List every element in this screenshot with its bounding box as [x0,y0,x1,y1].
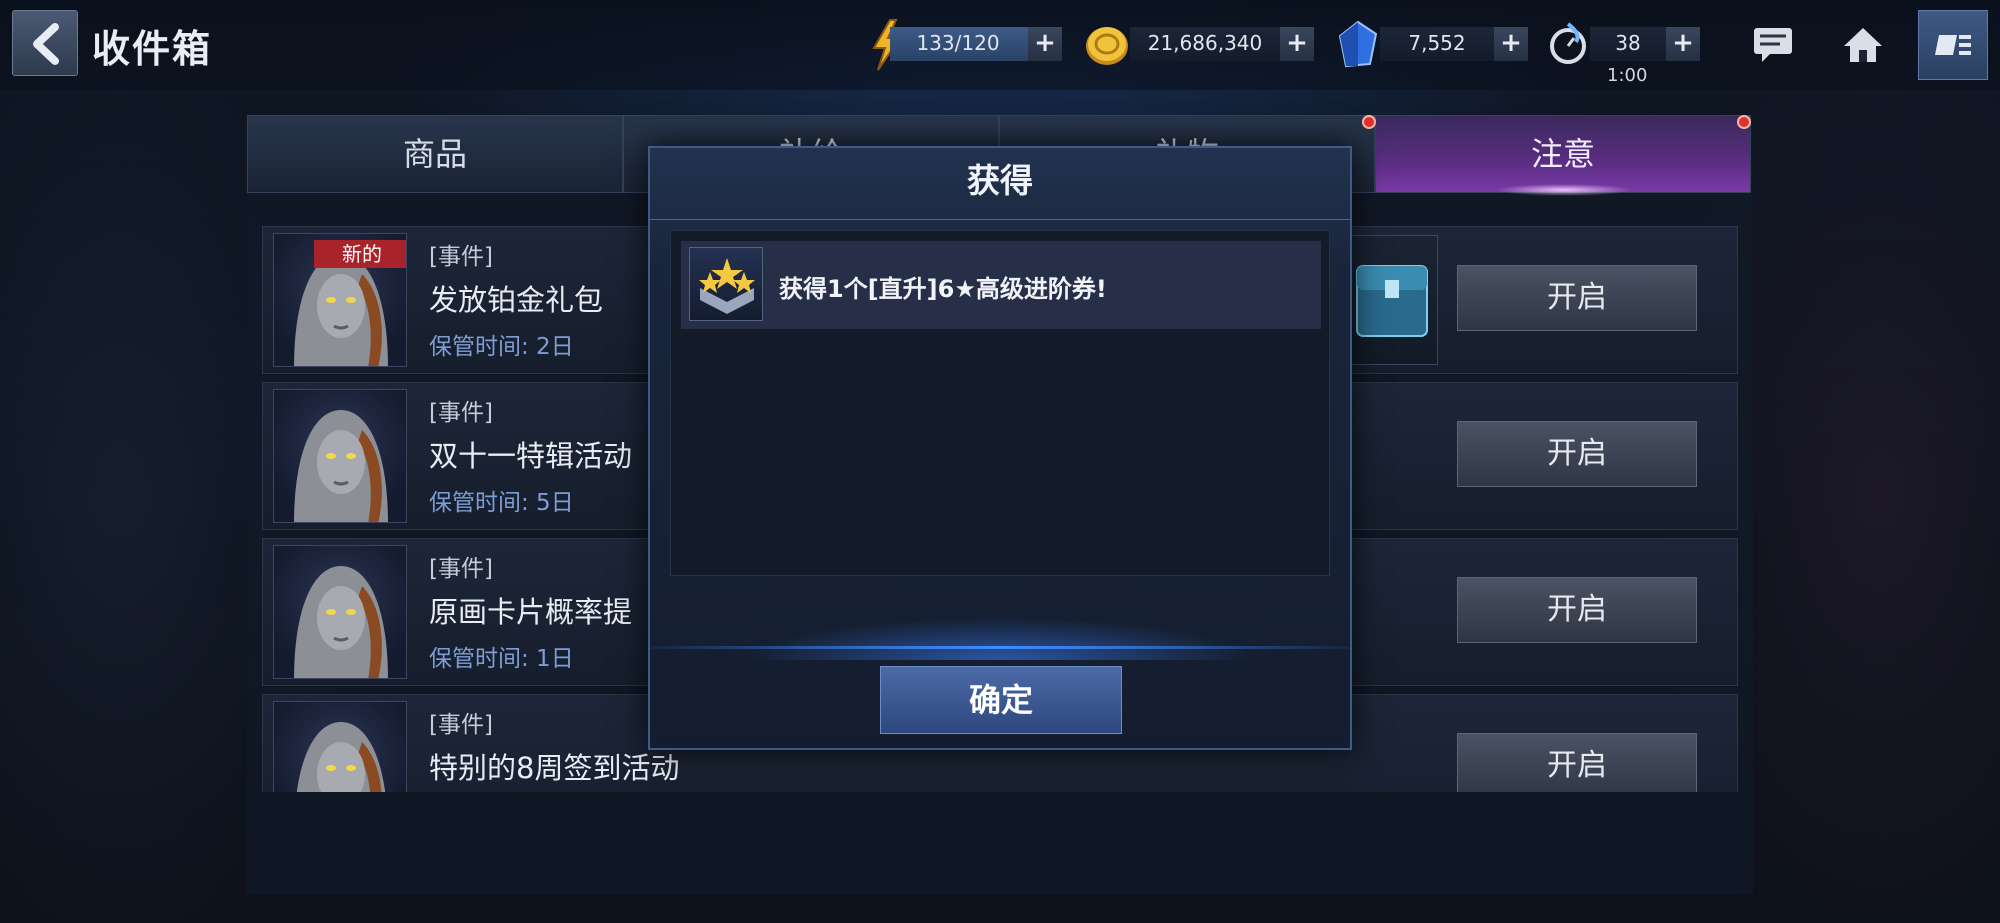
gold-value: 21,686,340 [1147,31,1263,55]
character-portrait-icon [294,566,388,678]
chest-icon [1356,265,1428,337]
tab-goods[interactable]: 商品 [247,115,623,193]
crystal-value: 7,552 [1408,31,1466,55]
open-button[interactable]: 开启 [1457,733,1697,792]
stamina-display: 38 + [1590,27,1700,61]
menu-icon [1935,35,1971,55]
mail-keep-time: 保管时间: 5日 [429,490,574,516]
active-tab-glow [1496,184,1632,196]
mail-title: 发放铂金礼包 [429,283,604,317]
mail-tag: [事件] [429,400,493,426]
mail-tag: [事件] [429,244,493,270]
crystal-display: 7,552 + [1380,27,1528,61]
menu-button[interactable] [1918,10,1988,80]
mail-tag: [事件] [429,712,493,738]
dialog-divider [650,646,1350,649]
mail-title: 特别的8周签到活动 [429,751,680,785]
chat-icon[interactable] [1748,22,1798,68]
gold-display: 21,686,340 + [1130,27,1314,61]
sender-portrait [273,389,407,523]
back-button[interactable] [12,10,78,76]
sender-portrait [273,545,407,679]
energy-display: 133/120 + [890,27,1062,61]
stamina-timer: 1:00 [1607,65,1648,86]
stars-badge-icon [699,258,755,314]
gold-coin-icon [1086,27,1128,65]
crystal-icon [1338,20,1378,68]
mail-keep-time: 保管时间: 2日 [429,334,574,360]
open-button[interactable]: 开启 [1457,421,1697,487]
stamina-add-button[interactable]: + [1666,27,1700,61]
sender-portrait: 新的 [273,233,407,367]
ticket-icon [689,247,763,321]
mail-tag: [事件] [429,556,493,582]
open-button[interactable]: 开启 [1457,577,1697,643]
reward-text: 获得1个[直升]6★高级进阶券! [779,275,1107,303]
chevron-left-icon [33,23,59,65]
energy-add-button[interactable]: + [1028,27,1062,61]
reward-chest [1348,235,1438,365]
confirm-button[interactable]: 确定 [880,666,1122,734]
stamina-timer-icon [1550,22,1586,64]
character-portrait-icon [294,410,388,522]
mail-keep-time: 保管时间: 1日 [429,646,574,672]
notice-notification-dot [1737,115,1751,129]
gold-add-button[interactable]: + [1280,27,1314,61]
new-badge: 新的 [314,240,406,268]
sender-portrait [273,701,407,792]
reward-dialog: 获得 获得1个[直升]6★高级进阶券! 确定 [648,146,1352,750]
dialog-body: 获得1个[直升]6★高级进阶券! [670,230,1330,576]
dialog-title: 获得 [650,148,1350,220]
reward-item: 获得1个[直升]6★高级进阶券! [681,241,1321,329]
open-button[interactable]: 开启 [1457,265,1697,331]
character-portrait-icon [296,722,386,792]
page-title: 收件箱 [92,27,213,71]
tab-notice-label: 注意 [1530,135,1595,173]
mail-title: 双十一特辑活动 [429,439,633,473]
crystal-add-button[interactable]: + [1494,27,1528,61]
top-bar: 收件箱 133/120 + 21,686,340 + 7,552 + 38 + … [0,0,2000,90]
home-icon[interactable] [1838,22,1888,68]
stamina-value: 38 [1615,31,1641,55]
mail-title: 原画卡片概率提 [429,595,633,629]
energy-value: 133/120 [916,31,1000,55]
tab-notice[interactable]: 注意 [1375,115,1751,196]
gifts-notification-dot [1362,115,1376,129]
